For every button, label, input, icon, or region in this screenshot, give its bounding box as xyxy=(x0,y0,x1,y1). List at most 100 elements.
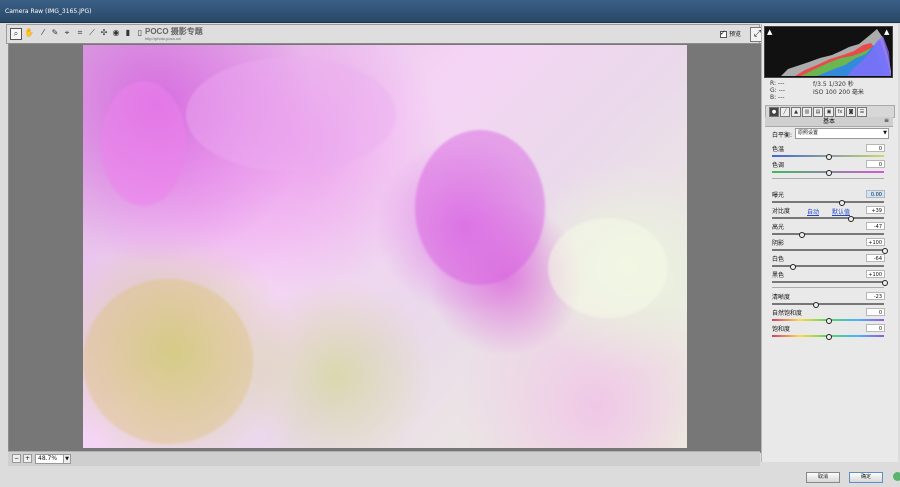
vibrance-label: 自然饱和度 xyxy=(772,310,803,317)
whites-label: 白色 xyxy=(772,256,785,263)
whites-slider[interactable] xyxy=(772,264,884,270)
lens-tab-icon[interactable]: ▣ xyxy=(824,107,834,117)
window-title: Camera Raw (IMG_3165.JPG) xyxy=(5,8,92,15)
divider xyxy=(772,287,884,288)
target-icon[interactable]: ⌖ xyxy=(62,28,72,38)
crop-icon[interactable]: ⌗ xyxy=(75,28,85,38)
divider xyxy=(772,178,884,179)
temperature-slider[interactable] xyxy=(772,154,884,160)
hand-icon[interactable]: ✋ xyxy=(24,28,34,38)
detail-tab-icon[interactable]: ▲ xyxy=(791,107,801,117)
highlights-value[interactable]: -47 xyxy=(866,222,885,230)
blacks-thumb[interactable] xyxy=(882,280,888,286)
exposure-label: 曝光 xyxy=(772,192,785,199)
saturation-label: 饱和度 xyxy=(772,326,791,333)
section-title: 基本 xyxy=(822,118,835,125)
tint-thumb[interactable] xyxy=(826,170,832,176)
split-toning-tab-icon[interactable]: ▤ xyxy=(813,107,823,117)
status-indicator xyxy=(893,472,900,481)
white-balance-label: 白平衡: xyxy=(772,132,793,139)
tint-value[interactable]: 0 xyxy=(866,160,885,168)
highlight-clip-icon[interactable]: ▲ xyxy=(884,29,890,36)
exposure-thumb[interactable] xyxy=(839,200,846,206)
contrast-thumb[interactable] xyxy=(848,216,855,222)
color-sampler-icon[interactable]: ✎ xyxy=(50,28,60,38)
zoom-in-button[interactable]: + xyxy=(23,454,32,463)
vibrance-value[interactable]: 0 xyxy=(866,308,885,316)
photo-blossom xyxy=(101,81,187,207)
shadows-label: 阴影 xyxy=(772,240,785,247)
photo-blossom xyxy=(185,57,396,173)
basic-section-header: 基本 ≡ xyxy=(765,117,893,127)
red-eye-icon[interactable]: ◉ xyxy=(111,28,121,38)
highlights-thumb[interactable] xyxy=(799,232,806,238)
iso-focal-length: ISO 100 200 毫米 xyxy=(813,89,864,96)
default-button[interactable]: 默认值 xyxy=(832,207,850,216)
shadow-clip-icon[interactable]: ▲ xyxy=(767,29,773,36)
photo-blossom xyxy=(83,278,253,444)
preview-label: 预览 xyxy=(729,31,742,38)
tool-toolbar: ⌕ ✋ ⁄ ✎ ⌖ ⌗ ⟋ ✣ ◉ ▮ ▯ POCO 摄影专题 http://p… xyxy=(6,24,765,44)
photo-blossom xyxy=(415,129,546,285)
exposure-slider[interactable] xyxy=(772,200,884,206)
done-button[interactable]: 确定 xyxy=(849,472,883,483)
tone-curve-tab-icon[interactable]: ╱ xyxy=(780,107,790,117)
exposure-info: R: --- G: --- B: --- f/3.5 1/320 秒 ISO 1… xyxy=(770,81,888,102)
shadows-slider[interactable] xyxy=(772,248,888,254)
saturation-slider[interactable] xyxy=(772,334,884,340)
wisteria-photo xyxy=(83,45,687,448)
gradient-icon[interactable]: ▯ xyxy=(135,28,145,38)
blacks-label: 黑色 xyxy=(772,272,785,279)
zoom-dropdown-icon[interactable]: ▼ xyxy=(63,454,71,464)
shadows-value[interactable]: +100 xyxy=(866,238,885,246)
tint-label: 色调 xyxy=(772,162,785,169)
right-adjustment-panel: ▲ ▲ R: --- G: --- B: --- f/3.5 1/320 秒 I… xyxy=(761,24,898,462)
temperature-value[interactable]: 0 xyxy=(866,144,885,152)
contrast-slider[interactable] xyxy=(772,216,884,222)
saturation-thumb[interactable] xyxy=(826,334,832,340)
blacks-slider[interactable] xyxy=(772,280,888,286)
zoom-out-button[interactable]: − xyxy=(12,454,21,463)
dialog-buttons: 取消 确定 xyxy=(806,472,891,484)
clarity-value[interactable]: -23 xyxy=(866,292,885,300)
histogram: ▲ ▲ xyxy=(764,26,893,78)
exposure-value[interactable]: 0.00 xyxy=(866,190,885,198)
image-canvas[interactable] xyxy=(8,43,762,453)
blacks-value[interactable]: +100 xyxy=(866,270,885,278)
logo-text: POCO 摄影专题 xyxy=(145,27,203,36)
logo-url: http://photo.poco.cn/ xyxy=(145,36,182,41)
clarity-slider[interactable] xyxy=(772,302,884,308)
zoom-icon[interactable]: ⌕ xyxy=(10,28,22,40)
auto-button[interactable]: 自动 xyxy=(807,207,819,216)
window-titlebar: Camera Raw (IMG_3165.JPG) xyxy=(0,0,900,23)
cancel-button[interactable]: 取消 xyxy=(806,472,840,483)
white-balance-select[interactable]: 原照设置 ▼ xyxy=(795,128,889,139)
camera-calibration-tab-icon[interactable]: ◙ xyxy=(846,107,856,117)
presets-tab-icon[interactable]: ☰ xyxy=(857,107,867,117)
preview-check-icon xyxy=(720,29,727,38)
vibrance-slider[interactable] xyxy=(772,318,884,324)
preview-checkbox[interactable]: 预览 xyxy=(720,29,748,39)
brush-icon[interactable]: ▮ xyxy=(123,28,133,38)
zoom-level-input[interactable]: 48.7% xyxy=(35,454,64,464)
eyedropper-icon[interactable]: ⁄ xyxy=(38,28,48,38)
histogram-graph xyxy=(781,29,891,76)
vibrance-thumb[interactable] xyxy=(826,318,832,324)
basic-tab-icon[interactable]: ● xyxy=(769,107,779,117)
aperture-shutter: f/3.5 1/320 秒 xyxy=(813,81,854,88)
whites-value[interactable]: -64 xyxy=(866,254,885,262)
temperature-thumb[interactable] xyxy=(826,154,832,160)
highlights-slider[interactable] xyxy=(772,232,884,238)
panel-settings-icon[interactable]: ≡ xyxy=(884,118,889,124)
tint-slider[interactable] xyxy=(772,170,884,176)
whites-thumb[interactable] xyxy=(790,264,797,270)
clarity-thumb[interactable] xyxy=(812,302,819,308)
contrast-value[interactable]: +39 xyxy=(866,206,885,214)
effects-tab-icon[interactable]: fx xyxy=(835,107,845,117)
spot-removal-icon[interactable]: ✣ xyxy=(99,28,109,38)
chevron-down-icon: ▼ xyxy=(883,130,887,136)
clarity-label: 清晰度 xyxy=(772,294,791,301)
straighten-icon[interactable]: ⟋ xyxy=(87,28,97,38)
hsl-tab-icon[interactable]: ▥ xyxy=(802,107,812,117)
saturation-value[interactable]: 0 xyxy=(866,324,885,332)
